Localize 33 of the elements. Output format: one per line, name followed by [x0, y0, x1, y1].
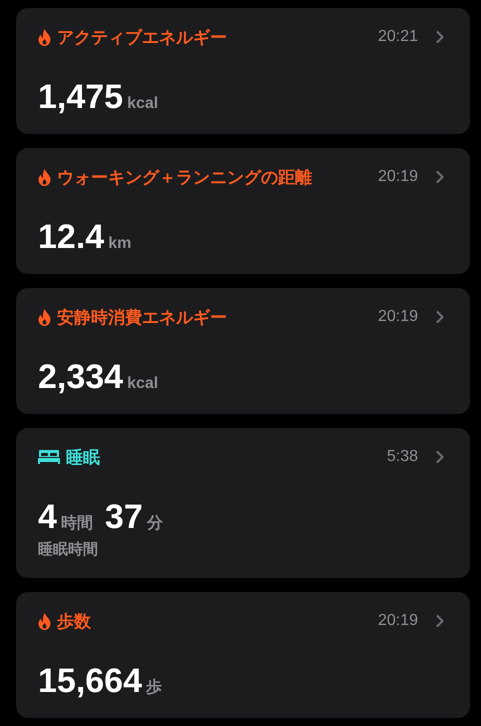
card-time: 20:19 [378, 168, 418, 186]
metric-unit: 時間 [60, 514, 93, 534]
metric-value: 1,475 [38, 78, 124, 116]
metric-unit: kcal [127, 375, 158, 393]
metric-unit: 分 [146, 514, 163, 534]
metric-value: 12.4 [38, 218, 104, 256]
flame-icon [38, 168, 51, 186]
metric-value: 4 [38, 498, 57, 536]
metric-value: 15,664 [38, 662, 142, 700]
metric-caption: 睡眠時間 [38, 540, 99, 560]
flame-icon [38, 612, 51, 630]
card-title: アクティブエネルギー [57, 26, 228, 48]
metric-unit: 歩 [146, 678, 162, 698]
metric-card[interactable]: 安静時消費エネルギー 20:19 2,334 kcal [16, 288, 470, 414]
card-title: 睡眠 [66, 446, 101, 468]
bed-icon [38, 450, 60, 464]
metric-value: 2,334 [38, 358, 124, 396]
metric-card[interactable]: アクティブエネルギー 20:21 1,475 kcal [16, 8, 470, 134]
metric-card[interactable]: ウォーキング＋ランニングの距離 20:19 12.4 km [16, 148, 470, 274]
card-time: 20:21 [378, 28, 418, 46]
card-title: ウォーキング＋ランニングの距離 [57, 166, 313, 188]
card-time: 5:38 [386, 448, 418, 466]
card-time: 20:19 [378, 308, 418, 326]
flame-icon [38, 308, 51, 326]
card-title: 安静時消費エネルギー [57, 306, 228, 328]
metric-unit: kcal [127, 95, 158, 113]
flame-icon [38, 28, 51, 46]
card-title: 歩数 [57, 610, 92, 632]
metric-card[interactable]: 歩数 20:19 15,664 歩 [16, 592, 470, 718]
metric-card[interactable]: 睡眠 5:38 4 時間 37 分 睡眠時間 [16, 428, 470, 578]
card-time: 20:19 [378, 612, 418, 630]
metric-unit: km [108, 235, 132, 253]
metric-value: 37 [104, 498, 143, 536]
